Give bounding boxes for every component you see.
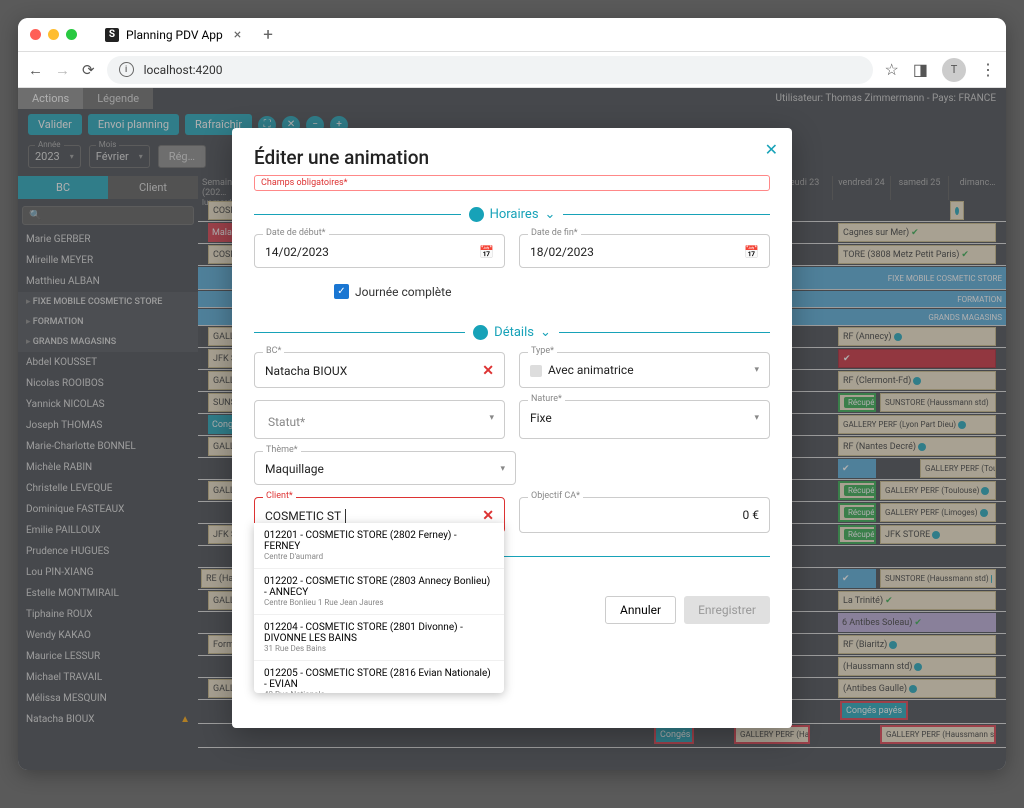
bc-field[interactable]: BC* Natacha BIOUX✕ [254,352,505,388]
tab-close-icon[interactable]: × [234,27,241,43]
clear-icon[interactable]: ✕ [482,508,494,524]
forward-button[interactable]: → [55,61,70,79]
journee-checkbox[interactable]: ✓ [334,284,349,299]
journee-label: Journée complète [355,285,451,299]
maximize-window-icon[interactable] [66,29,77,40]
theme-field[interactable]: Thème* Maquillage▾ [254,451,516,485]
details-icon [473,325,488,340]
save-button[interactable]: Enregistrer [684,596,770,624]
browser-title-bar: S Planning PDV App × + [18,18,1006,52]
edit-animation-modal: ✕ Éditer une animation Champs obligatoir… [232,128,792,728]
site-info-icon[interactable]: i [119,62,134,77]
dropdown-item[interactable]: 012204 - COSMETIC STORE (2801 Divonne) -… [254,615,504,661]
close-window-icon[interactable] [30,29,41,40]
modal-close-icon[interactable]: ✕ [765,140,778,159]
menu-icon[interactable]: ⋮ [980,60,996,79]
back-button[interactable]: ← [28,61,43,79]
objectif-field[interactable]: Objectif CA* 0 € [519,497,770,533]
modal-title: Éditer une animation [254,146,770,169]
url-text: localhost:4200 [144,63,223,77]
profile-avatar[interactable]: T [942,58,966,82]
type-field[interactable]: Type* Avec animatrice▾ [519,352,770,388]
modal-overlay: ✕ Éditer une animation Champs obligatoir… [18,88,1006,770]
reload-button[interactable]: ⟳ [82,61,95,79]
chevron-down-icon[interactable]: ⌄ [540,325,551,340]
address-bar: ← → ⟳ i localhost:4200 ☆ ◨ T ⋮ [18,52,1006,88]
dropdown-item[interactable]: 012205 - COSMETIC STORE (2816 Evian Nati… [254,661,504,693]
chevron-down-icon[interactable]: ⌄ [545,207,556,222]
nature-field[interactable]: Nature* Fixe▾ [519,400,770,439]
client-dropdown: 012201 - COSMETIC STORE (2802 Ferney) - … [254,523,504,693]
statut-field[interactable]: Statut* ▾ [254,400,505,439]
clock-icon [469,207,484,222]
bookmark-icon[interactable]: ☆ [885,60,899,79]
cancel-button[interactable]: Annuler [605,596,676,624]
browser-tab[interactable]: S Planning PDV App × [91,21,255,49]
favicon: S [105,28,119,42]
new-tab-button[interactable]: + [263,25,273,45]
calendar-icon[interactable]: 📅 [479,245,494,259]
dropdown-item[interactable]: 012201 - COSMETIC STORE (2802 Ferney) - … [254,523,504,569]
extensions-icon[interactable]: ◨ [913,60,928,79]
calendar-icon[interactable]: 📅 [744,245,759,259]
date-fin-field[interactable]: Date de fin* 18/02/2023📅 [519,234,770,268]
tab-title: Planning PDV App [126,28,223,42]
dropdown-item[interactable]: 012202 - COSMETIC STORE (2803 Annecy Bon… [254,569,504,615]
date-debut-field[interactable]: Date de début* 14/02/2023📅 [254,234,505,268]
minimize-window-icon[interactable] [48,29,59,40]
clear-icon[interactable]: ✕ [482,363,494,379]
url-input[interactable]: i localhost:4200 [107,56,873,84]
required-badge: Champs obligatoires* [254,175,770,191]
